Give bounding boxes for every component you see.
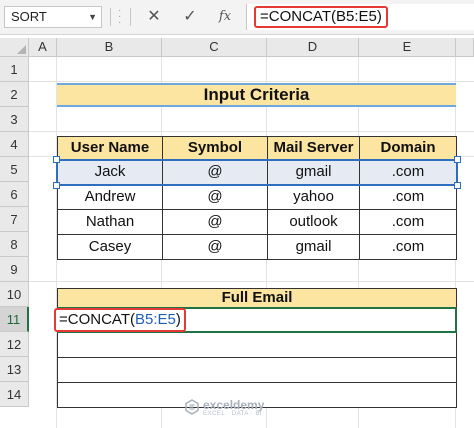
column-header-c[interactable]: C	[162, 38, 267, 57]
table-cell[interactable]: @	[163, 235, 268, 260]
cell-formula-editor[interactable]: =CONCAT(B5:E5)	[54, 308, 186, 332]
table-cell[interactable]: .com	[360, 235, 457, 260]
row-header-10[interactable]: 10	[0, 282, 29, 307]
resize-handle[interactable]	[454, 156, 461, 163]
row-header-2[interactable]: 2	[0, 82, 29, 107]
row-header-3[interactable]: 3	[0, 107, 29, 132]
select-all-button[interactable]	[0, 38, 29, 57]
column-header-b[interactable]: B	[57, 38, 162, 57]
gridline	[29, 81, 474, 82]
drag-handle-icon[interactable]: · · ·	[118, 6, 122, 28]
formula-text: =CONCAT(B5:E5)	[254, 6, 388, 28]
row-header-9[interactable]: 9	[0, 257, 29, 282]
table-cell[interactable]: Nathan	[57, 210, 163, 235]
row-header-6[interactable]: 6	[0, 182, 29, 207]
row-header-5[interactable]: 5	[0, 157, 29, 182]
row-header-8[interactable]: 8	[0, 232, 29, 257]
column-header-a[interactable]: A	[29, 38, 57, 57]
chevron-down-icon[interactable]: ▼	[88, 7, 97, 27]
table-cell[interactable]: @	[163, 185, 268, 210]
divider	[130, 8, 131, 26]
name-box[interactable]: SORT ▼	[4, 6, 102, 28]
formula-input[interactable]: =CONCAT(B5:E5)	[246, 4, 474, 30]
row-header-1[interactable]: 1	[0, 57, 29, 82]
insert-function-icon[interactable]: fx	[213, 6, 237, 28]
email-cell[interactable]	[57, 333, 457, 358]
row-header-13[interactable]: 13	[0, 357, 29, 382]
full-email-header[interactable]: Full Email	[57, 288, 457, 308]
page-title: Input Criteria	[57, 83, 456, 107]
watermark-tagline: EXCEL · DATA · BI	[203, 411, 263, 417]
enter-icon[interactable]: ✓	[178, 6, 202, 28]
row-header-7[interactable]: 7	[0, 207, 29, 232]
table-header-symbol[interactable]: Symbol	[163, 136, 268, 160]
table-cell[interactable]: Andrew	[57, 185, 163, 210]
watermark-logo: exceldemy EXCEL · DATA · BI	[184, 397, 296, 421]
table-header-domain[interactable]: Domain	[360, 136, 457, 160]
table-cell[interactable]: @	[163, 210, 268, 235]
formula-reference: B5:E5	[134, 311, 176, 328]
exceldemy-logo-icon	[185, 399, 199, 415]
corner-triangle-icon	[17, 45, 26, 54]
email-cell[interactable]	[57, 358, 457, 383]
formula-suffix: )	[175, 311, 181, 328]
watermark-name: exceldemy	[203, 398, 265, 412]
table-cell[interactable]: yahoo	[268, 185, 360, 210]
resize-handle[interactable]	[53, 182, 60, 189]
table-cell[interactable]: .com	[360, 210, 457, 235]
row-header-4[interactable]: 4	[0, 132, 29, 157]
column-header-d[interactable]: D	[267, 38, 359, 57]
cancel-icon[interactable]: ✕	[142, 6, 166, 28]
divider	[110, 8, 111, 26]
table-cell[interactable]: gmail	[268, 235, 360, 260]
formula-bar: SORT ▼ · · · ✕ ✓ fx =CONCAT(B5:E5)	[0, 0, 474, 35]
gridline	[29, 131, 474, 132]
table-cell[interactable]: Casey	[57, 235, 163, 260]
resize-handle[interactable]	[53, 156, 60, 163]
table-cell[interactable]: .com	[360, 185, 457, 210]
resize-handle[interactable]	[454, 182, 461, 189]
row-header-11[interactable]: 11	[0, 307, 29, 332]
name-box-value: SORT	[11, 9, 47, 24]
formula-prefix: =CONCAT(	[59, 311, 135, 328]
table-header-mail-server[interactable]: Mail Server	[268, 136, 360, 160]
gridline	[29, 281, 474, 282]
row-header-14[interactable]: 14	[0, 382, 29, 407]
column-header-e[interactable]: E	[359, 38, 456, 57]
row-header-12[interactable]: 12	[0, 332, 29, 357]
table-cell[interactable]: outlook	[268, 210, 360, 235]
table-header-user-name[interactable]: User Name	[57, 136, 163, 160]
column-header-f[interactable]	[456, 38, 474, 57]
reference-highlight	[56, 159, 458, 186]
